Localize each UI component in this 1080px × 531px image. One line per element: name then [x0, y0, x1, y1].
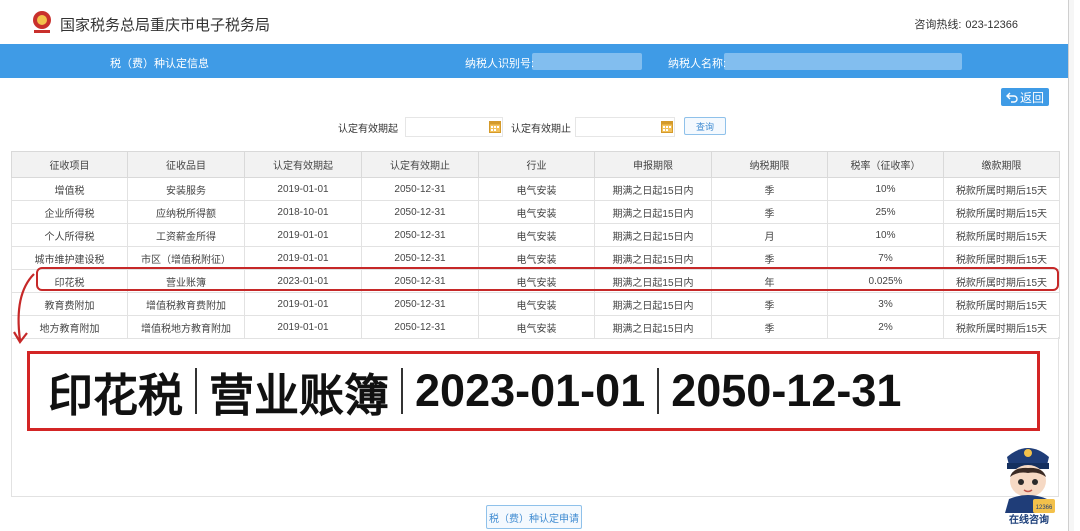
table-cell: 增值税教育费附加 — [127, 292, 245, 316]
table-cell: 2050-12-31 — [361, 177, 479, 201]
apply-tax-type-button[interactable]: 税（费）种认定申请 — [486, 505, 582, 529]
end-date-input[interactable] — [575, 117, 675, 137]
table-row[interactable]: 教育费附加 增值税教育费附加 2019-01-01 2050-12-31 电气安装 期满之… — [11, 292, 1060, 316]
table-cell: 期满之日起15日内 — [594, 292, 712, 316]
column-header: 申报期限 — [594, 151, 712, 178]
table-header-row: 征收项目 征收品目 认定有效期起 认定有效期止 行业 申报期限 纳税期限 税率（… — [11, 151, 1060, 178]
window-scrollbar[interactable] — [1068, 0, 1074, 531]
table-cell: 个人所得税 — [11, 223, 128, 247]
table-cell: 月 — [711, 223, 828, 247]
tax-type-table: 征收项目 征收品目 认定有效期起 认定有效期止 行业 申报期限 纳税期限 税率（… — [11, 151, 1060, 339]
callout-valid-to: 2050-12-31 — [671, 365, 902, 416]
table-cell: 税款所属时期后15天 — [943, 223, 1060, 247]
table-cell: 期满之日起15日内 — [594, 177, 712, 201]
hotline-label: 咨询热线: — [914, 19, 962, 31]
taxpayer-id-redacted — [532, 53, 642, 70]
column-header: 征收项目 — [11, 151, 128, 178]
top-header: 国家税务总局重庆市电子税务局 咨询热线: 023-12366 — [0, 0, 1080, 44]
table-cell: 工资薪金所得 — [127, 223, 245, 247]
callout-sub-item: 营业账簿 — [209, 369, 390, 421]
table-cell: 电气安装 — [478, 292, 595, 316]
callout-divider — [401, 368, 404, 414]
table-cell: 2018-10-01 — [244, 200, 362, 224]
table-cell: 税款所属时期后15天 — [943, 177, 1060, 201]
tax-emblem-icon — [33, 11, 51, 33]
table-cell: 2019-01-01 — [244, 223, 362, 247]
column-header: 缴款期限 — [943, 151, 1060, 178]
table-cell: 税款所属时期后15天 — [943, 315, 1060, 339]
start-date-label: 认定有效期起 — [338, 124, 398, 135]
column-header: 行业 — [478, 151, 595, 178]
info-bar: 税（费）种认定信息 纳税人识别号: 纳税人名称: — [0, 44, 1068, 78]
table-cell: 增值税地方教育附加 — [127, 315, 245, 339]
table-cell: 2019-01-01 — [244, 315, 362, 339]
table-cell: 25% — [827, 200, 944, 224]
table-cell: 季 — [711, 177, 828, 201]
table-cell: 2050-12-31 — [361, 292, 479, 316]
taxpayer-name-redacted — [724, 53, 962, 70]
taxpayer-id-label: 纳税人识别号: — [465, 58, 535, 70]
back-button[interactable]: 返回 — [1001, 88, 1049, 106]
table-row[interactable]: 企业所得税 应纳税所得额 2018-10-01 2050-12-31 电气安装 期满之日起… — [11, 200, 1060, 224]
back-button-label: 返回 — [1019, 90, 1044, 105]
hotline-number: 023-12366 — [965, 19, 1018, 31]
table-cell: 季 — [711, 200, 828, 224]
table-cell: 2% — [827, 315, 944, 339]
callout-valid-from: 2023-01-01 — [415, 365, 646, 416]
table-cell: 税款所属时期后15天 — [943, 292, 1060, 316]
table-cell: 电气安装 — [478, 223, 595, 247]
query-bar: 认定有效期起 认定有效期止 查询 — [0, 117, 1068, 137]
column-header: 税率（征收率） — [827, 151, 944, 178]
table-row[interactable]: 地方教育附加 增值税地方教育附加 2019-01-01 2050-12-31 电气安装期… — [11, 315, 1060, 339]
table-cell: 10% — [827, 177, 944, 201]
column-header: 纳税期限 — [711, 151, 828, 178]
site-title: 国家税务总局重庆市电子税务局 — [60, 17, 271, 34]
hotline: 咨询热线: 023-12366 — [910, 16, 1018, 32]
highlight-box — [36, 267, 1059, 291]
table-cell: 期满之日起15日内 — [594, 223, 712, 247]
table-row[interactable]: 个人所得税 工资薪金所得 2019-01-01 2050-12-31 电气安装 期满之日起… — [11, 223, 1060, 247]
online-consult-label[interactable]: 在线咨询 — [999, 511, 1059, 526]
table-cell: 税款所属时期后15天 — [943, 200, 1060, 224]
table-cell: 企业所得税 — [11, 200, 128, 224]
table-cell: 期满之日起15日内 — [594, 200, 712, 224]
table-cell: 期满之日起15日内 — [594, 315, 712, 339]
column-header: 征收品目 — [127, 151, 245, 178]
table-cell: 应纳税所得额 — [127, 200, 245, 224]
zoom-callout: 印花税 营业账簿 2023-01-01 2050-12-31 — [27, 351, 1040, 431]
callout-divider — [195, 368, 198, 414]
table-row[interactable]: 增值税 安装服务 2019-01-01 2050-12-31 电气安装 期满之日起15日内… — [11, 177, 1060, 201]
table-cell: 季 — [711, 315, 828, 339]
taxpayer-name-label: 纳税人名称: — [668, 58, 727, 70]
table-cell: 电气安装 — [478, 200, 595, 224]
column-header: 认定有效期止 — [361, 151, 479, 178]
search-button[interactable]: 查询 — [684, 117, 726, 135]
table-cell: 2019-01-01 — [244, 292, 362, 316]
table-cell: 2050-12-31 — [361, 223, 479, 247]
pointer-arrow — [13, 273, 35, 344]
end-date-label: 认定有效期止 — [511, 124, 571, 135]
table-cell: 2019-01-01 — [244, 177, 362, 201]
table-cell: 2050-12-31 — [361, 200, 479, 224]
table-cell: 季 — [711, 292, 828, 316]
calendar-icon[interactable] — [661, 120, 673, 133]
table-cell: 增值税 — [11, 177, 128, 201]
table-cell: 电气安装 — [478, 315, 595, 339]
section-title: 税（费）种认定信息 — [110, 58, 209, 70]
back-arrow-icon — [1005, 92, 1018, 103]
table-cell: 电气安装 — [478, 177, 595, 201]
table-cell: 10% — [827, 223, 944, 247]
table-cell: 3% — [827, 292, 944, 316]
calendar-icon[interactable] — [489, 120, 501, 133]
column-header: 认定有效期起 — [244, 151, 362, 178]
table-cell: 2050-12-31 — [361, 315, 479, 339]
callout-divider — [657, 368, 660, 414]
table-cell: 安装服务 — [127, 177, 245, 201]
callout-item: 印花税 — [48, 369, 184, 421]
